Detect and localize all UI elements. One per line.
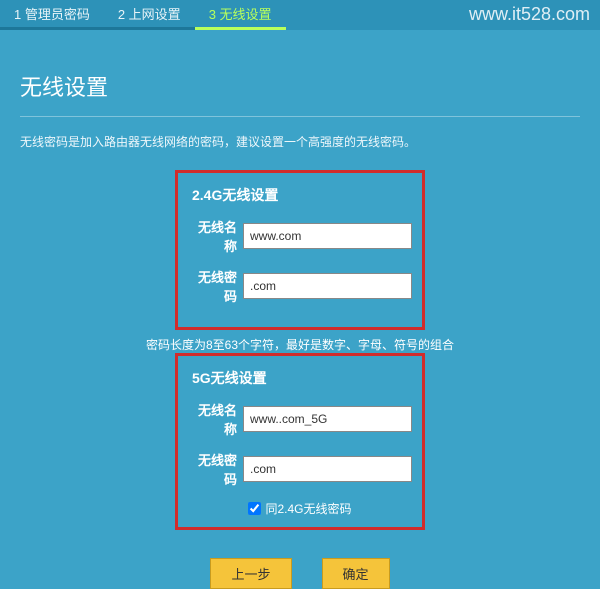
row-24g-name: 无线名称 xyxy=(188,217,412,255)
label-5g-password: 无线密码 xyxy=(188,450,237,488)
label-24g-name: 无线名称 xyxy=(188,217,237,255)
panel-24g-title: 2.4G无线设置 xyxy=(192,185,412,205)
step-internet-settings[interactable]: 2 上网设置 xyxy=(104,0,195,30)
row-same-password: 同2.4G无线密码 xyxy=(188,500,412,517)
watermark: www.it528.com xyxy=(469,4,590,25)
page-description: 无线密码是加入路由器无线网络的密码，建议设置一个高强度的无线密码。 xyxy=(20,133,580,150)
label-5g-name: 无线名称 xyxy=(188,400,237,438)
input-5g-name[interactable] xyxy=(243,406,412,432)
label-same-password: 同2.4G无线密码 xyxy=(265,500,351,517)
step-wireless-settings[interactable]: 3 无线设置 xyxy=(195,0,286,30)
input-24g-password[interactable] xyxy=(243,273,412,299)
panel-5g-title: 5G无线设置 xyxy=(192,368,412,388)
row-5g-name: 无线名称 xyxy=(188,400,412,438)
step-admin-password[interactable]: 1 管理员密码 xyxy=(0,0,104,30)
row-24g-password: 无线密码 xyxy=(188,267,412,305)
content-area: 无线设置 无线密码是加入路由器无线网络的密码，建议设置一个高强度的无线密码。 2… xyxy=(0,30,600,589)
divider xyxy=(20,116,580,117)
panel-5g: 5G无线设置 无线名称 无线密码 同2.4G无线密码 xyxy=(175,353,425,530)
panel-24g: 2.4G无线设置 无线名称 无线密码 xyxy=(175,170,425,330)
row-5g-password: 无线密码 xyxy=(188,450,412,488)
prev-button[interactable]: 上一步 xyxy=(210,558,291,589)
password-hint: 密码长度为8至63个字符，最好是数字、字母、符号的组合 xyxy=(20,336,580,353)
page-title: 无线设置 xyxy=(20,70,580,102)
button-bar: 上一步 确定 xyxy=(20,558,580,589)
checkbox-same-password[interactable] xyxy=(248,502,261,515)
label-24g-password: 无线密码 xyxy=(188,267,237,305)
input-24g-name[interactable] xyxy=(243,223,412,249)
ok-button[interactable]: 确定 xyxy=(322,558,390,589)
input-5g-password[interactable] xyxy=(243,456,412,482)
